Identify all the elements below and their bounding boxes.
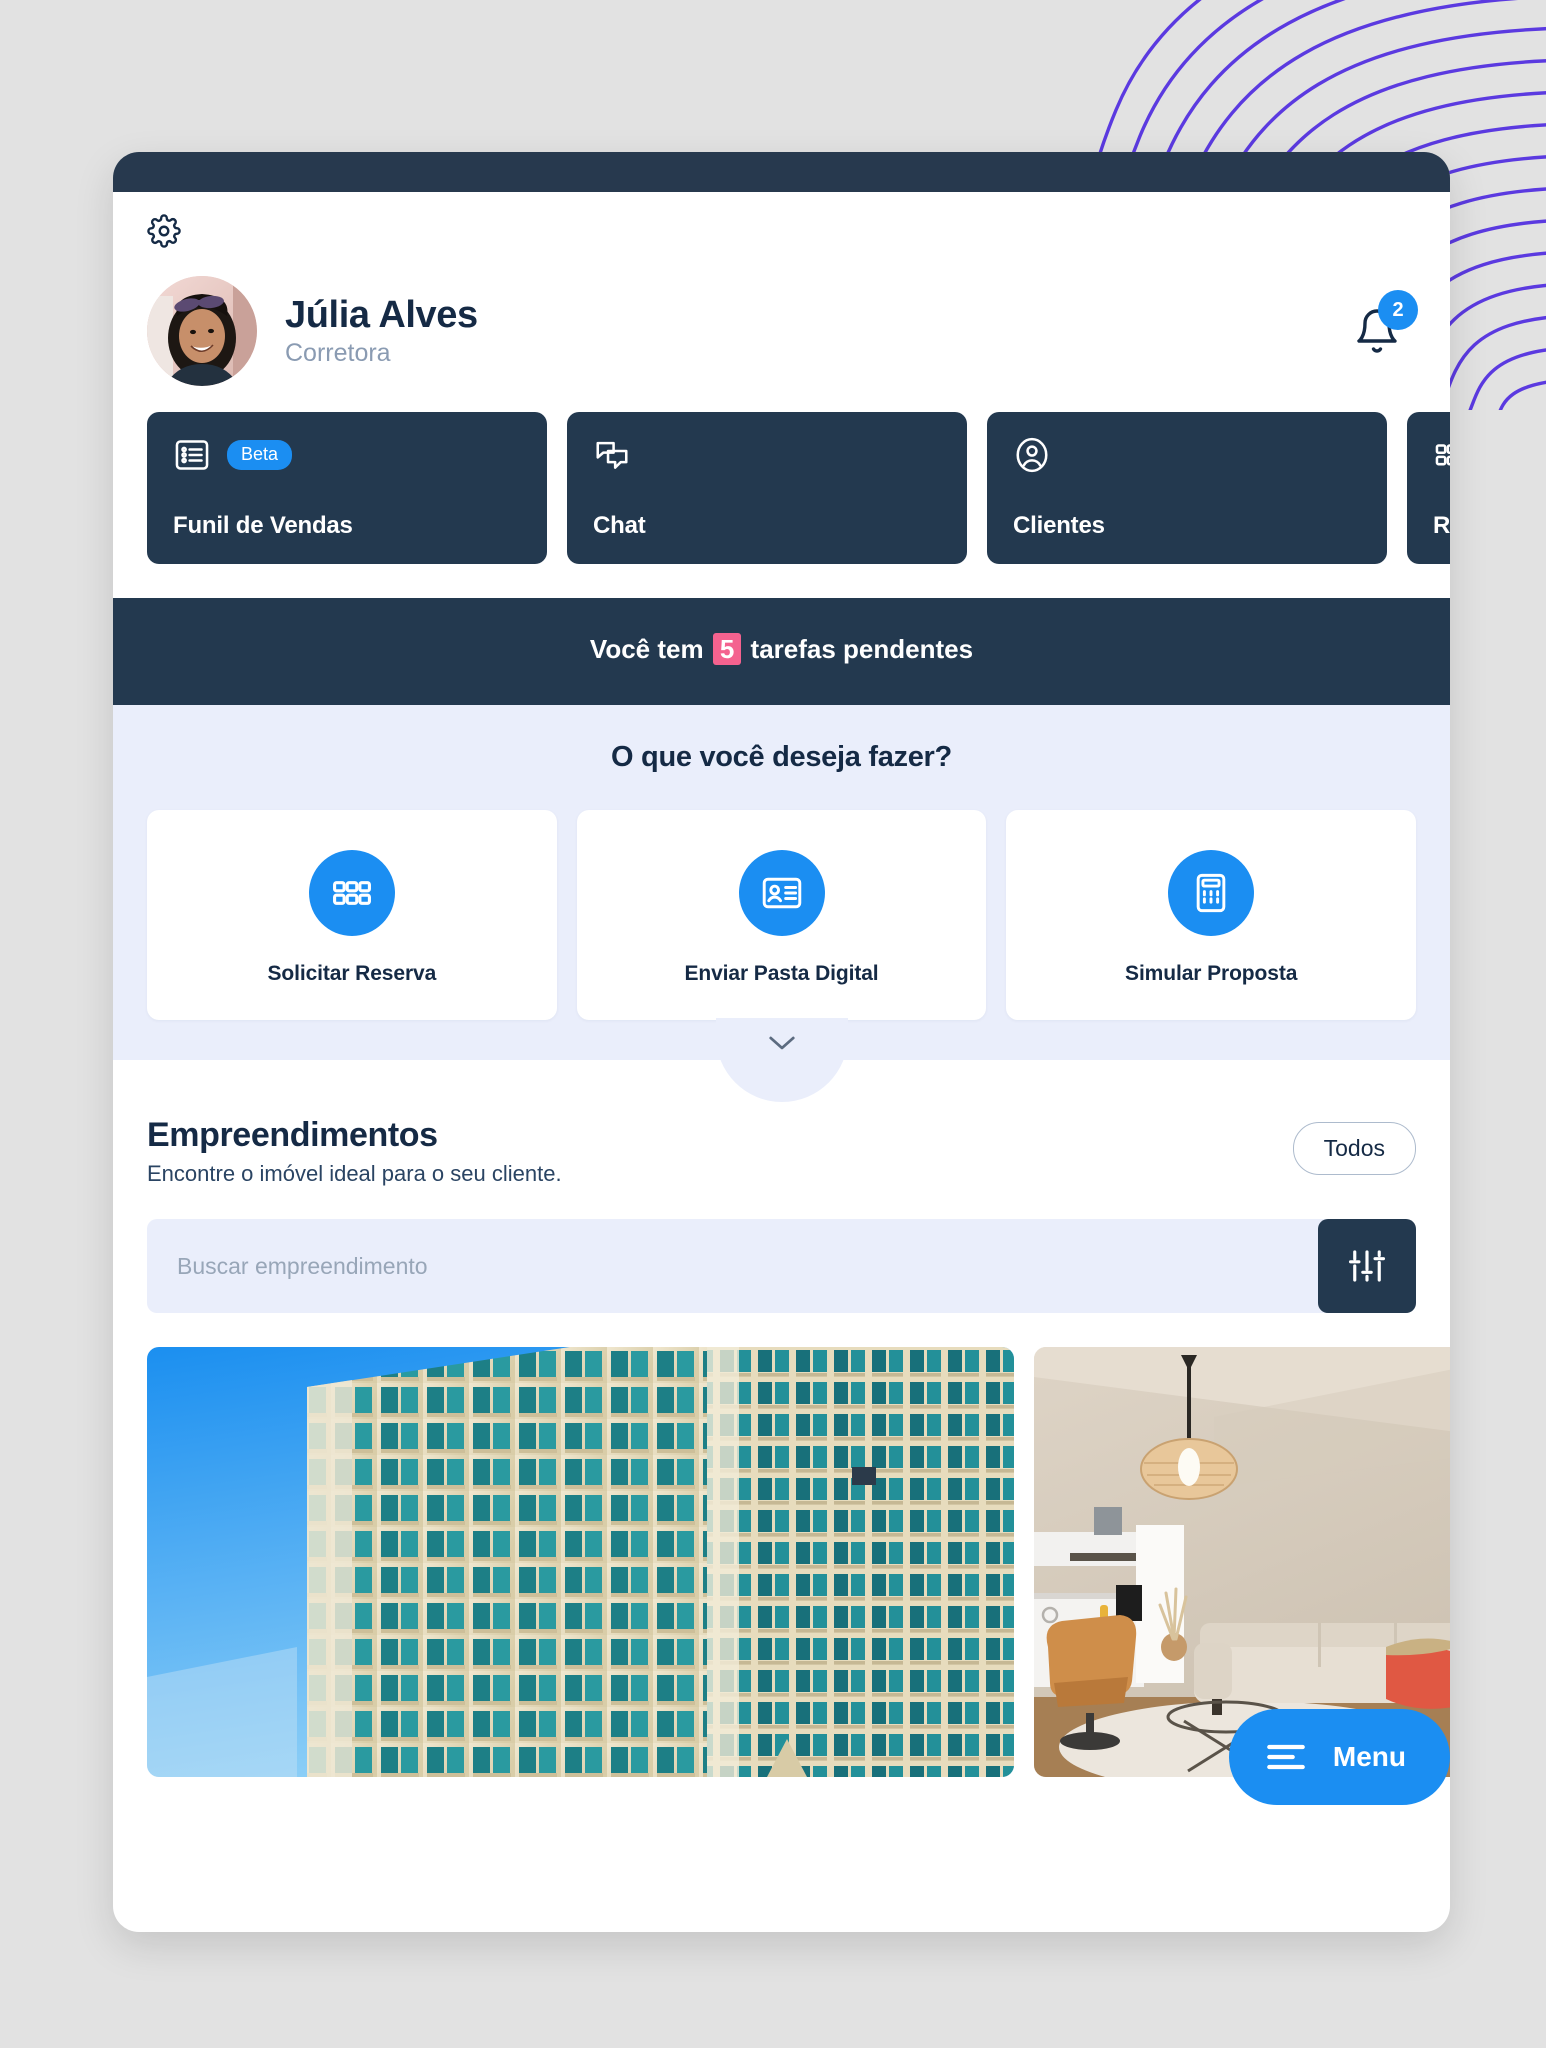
nav-card-icon-row — [1013, 436, 1361, 474]
menu-fab-label: Menu — [1332, 1741, 1406, 1772]
nav-card-icon-row — [593, 436, 941, 474]
nav-card-label: Chat — [593, 512, 646, 539]
search-row — [147, 1219, 1416, 1313]
hamburger-icon — [1267, 1744, 1305, 1770]
property-card[interactable] — [147, 1347, 1014, 1777]
action-card-solicitar-reserva[interactable]: Solicitar Reserva — [147, 810, 557, 1020]
tasks-suffix: tarefas pendentes — [750, 634, 974, 664]
quick-actions-title: O que você deseja fazer? — [611, 741, 952, 773]
tasks-prefix: Você tem — [589, 634, 704, 664]
app-header: Júlia Alves Corretora 2 Beta Funil de Ve… — [113, 192, 1450, 598]
beta-badge: Beta — [227, 440, 293, 470]
tasks-count: 5 — [712, 633, 742, 665]
pending-tasks-banner: Você tem 5 tarefas pendentes — [113, 598, 1450, 705]
sliders-icon — [1348, 1250, 1386, 1282]
action-card-simular-proposta[interactable]: Simular Proposta — [1006, 810, 1417, 1020]
listing-header: Empreendimentos Encontre o imóvel ideal … — [147, 1116, 1416, 1187]
id-card-icon — [762, 877, 801, 909]
building-exterior-image — [147, 1347, 1014, 1777]
action-card-enviar-pasta-digital[interactable]: Enviar Pasta Digital — [576, 810, 987, 1020]
nav-card-funil-de-vendas[interactable]: Beta Funil de Vendas — [147, 412, 547, 564]
nav-card-strip[interactable]: Beta Funil de Vendas Chat Clientes R — [113, 386, 1450, 598]
nav-card-label: Reservas — [1433, 512, 1450, 539]
menu-fab-button[interactable]: Menu — [1228, 1709, 1450, 1805]
filter-all-button[interactable]: Todos — [1292, 1122, 1416, 1175]
nav-card-label: Clientes — [1013, 512, 1105, 539]
profile-role: Corretora — [285, 338, 391, 367]
action-label: Simular Proposta — [1125, 962, 1298, 985]
action-icon-wrap — [308, 850, 395, 936]
nav-card-reservas[interactable]: Reservas — [1407, 412, 1450, 564]
action-label: Solicitar Reserva — [267, 962, 437, 985]
action-label: Enviar Pasta Digital — [684, 962, 879, 985]
settings-row — [113, 192, 1450, 248]
profile-name: Júlia Alves — [285, 294, 478, 337]
calculator-icon — [1196, 873, 1226, 913]
nav-card-chat[interactable]: Chat — [567, 412, 967, 564]
nav-card-label: Funil de Vendas — [173, 512, 353, 539]
list-icon — [175, 440, 209, 470]
search-input[interactable] — [147, 1219, 1328, 1313]
chat-bubbles-icon — [596, 441, 628, 469]
app-window: Júlia Alves Corretora 2 Beta Funil de Ve… — [113, 152, 1450, 1932]
nav-card-clientes[interactable]: Clientes — [987, 412, 1387, 564]
filter-settings-button[interactable] — [1318, 1219, 1416, 1313]
avatar-image — [147, 276, 257, 386]
action-icon-wrap — [1168, 850, 1255, 936]
grid-icon — [332, 881, 371, 905]
property-card-list — [113, 1313, 1450, 1777]
quick-actions-panel: O que você deseja fazer? Solicitar Reser… — [113, 705, 1450, 1102]
status-bar — [113, 152, 1450, 192]
grid-icon — [1435, 444, 1450, 466]
page-title: Empreendimentos — [147, 1116, 438, 1154]
notifications-button[interactable]: 2 — [1338, 290, 1418, 370]
nav-card-icon-row — [1433, 436, 1450, 474]
notification-badge: 2 — [1378, 290, 1418, 330]
page-subtitle: Encontre o imóvel ideal para o seu clien… — [147, 1161, 562, 1186]
profile-text: Júlia Alves Corretora — [285, 294, 478, 368]
action-icon-wrap — [738, 850, 825, 936]
nav-card-icon-row: Beta — [173, 436, 521, 474]
profile-section: Júlia Alves Corretora 2 — [113, 248, 1450, 386]
chevron-down-icon — [768, 1036, 795, 1050]
gear-icon[interactable] — [147, 214, 181, 248]
avatar[interactable] — [147, 276, 257, 386]
user-circle-icon — [1016, 437, 1048, 473]
listing-header-text: Empreendimentos Encontre o imóvel ideal … — [147, 1116, 562, 1187]
